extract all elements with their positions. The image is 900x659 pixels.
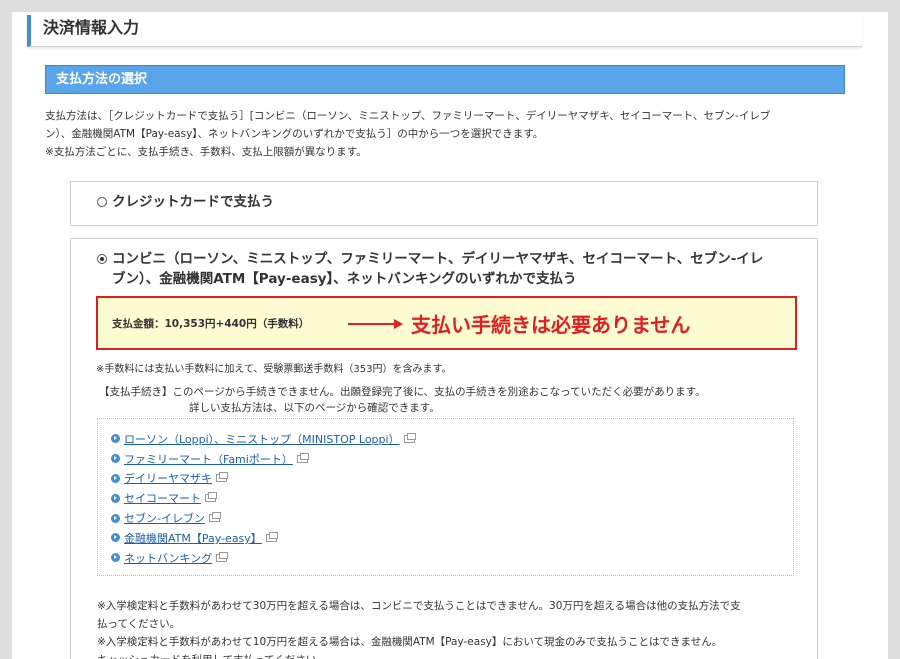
arrow-bullet-icon bbox=[111, 513, 120, 523]
label-line: ブン）、金融機関ATM【Pay-easy】、ネットバンキングのいずれかで支払う bbox=[112, 271, 577, 287]
link-item[interactable]: ローソン（Loppi）、ミニストップ（MINISTOP Loppi） bbox=[111, 429, 416, 449]
option-credit-card-label[interactable]: クレジットカードで支払う bbox=[112, 192, 274, 212]
page-header: 決済情報入力 bbox=[27, 15, 862, 47]
page-title: 決済情報入力 bbox=[43, 18, 140, 37]
radio-credit-card[interactable] bbox=[97, 197, 107, 207]
note-line: ※入学検定料と手数料があわせて30万円を超える場合は、コンビニで支払うことはでき… bbox=[97, 600, 741, 612]
link-item[interactable]: デイリーヤマザキ bbox=[111, 469, 415, 489]
intro-text: 支払方法は、［クレジットカードで支払う］[コンビニ（ローソン、ミニストップ、ファ… bbox=[45, 107, 845, 161]
arrow-bullet-icon bbox=[111, 493, 120, 503]
amount-highlight-box: 支払金額：10,353円+440円（手数料） 支払い手続きは必要ありません bbox=[96, 296, 797, 350]
option-convenience-store-label[interactable]: コンビニ（ローソン、ミニストップ、ファミリーマート、デイリーヤマザキ、セイコーマ… bbox=[112, 249, 763, 289]
arrow-bullet-icon bbox=[111, 533, 120, 543]
external-link-icon bbox=[216, 551, 229, 562]
intro-note: ※支払方法ごとに、支払手続き、手数料、支払上限額が異なります。 bbox=[45, 146, 367, 158]
intro-line: ン）、金融機関ATM【Pay-easy】、ネットバンキングのいずれかで支払う］の… bbox=[45, 128, 544, 140]
option-convenience-store: コンビニ（ローソン、ミニストップ、ファミリーマート、デイリーヤマザキ、セイコーマ… bbox=[70, 238, 818, 659]
external-link-icon bbox=[205, 492, 217, 503]
external-link-icon bbox=[216, 472, 228, 483]
external-link-icon bbox=[208, 512, 221, 523]
link-net-banking[interactable]: ネットバンキング bbox=[124, 550, 212, 566]
option-credit-card[interactable]: クレジットカードで支払う bbox=[70, 181, 818, 226]
payment-panel: 決済情報入力 支払方法の選択 支払方法は、［クレジットカードで支払う］[コンビニ… bbox=[12, 12, 888, 659]
note-line: 払ってください。 bbox=[97, 618, 181, 630]
section-title: 支払方法の選択 bbox=[56, 72, 148, 87]
link-seven-eleven[interactable]: セブン-イレブン bbox=[124, 510, 205, 526]
fee-note: ※手数料には支払い手数料に加えて、受験票郵送手数料（353円）を含みます。 bbox=[96, 364, 452, 375]
link-lawson-ministop[interactable]: ローソン（Loppi）、ミニストップ（MINISTOP Loppi） bbox=[124, 431, 400, 447]
arrow-bullet-icon bbox=[111, 434, 120, 444]
note-line: キャッシュカードを利用して支払ってください。 bbox=[97, 651, 797, 659]
no-procedure-callout: 支払い手続きは必要ありません bbox=[411, 313, 691, 337]
link-seicomart[interactable]: セイコーマート bbox=[124, 490, 201, 506]
link-familymart[interactable]: ファミリーマート（Famiポート） bbox=[124, 451, 293, 467]
arrow-bullet-icon bbox=[111, 473, 120, 483]
link-item[interactable]: ネットバンキング bbox=[111, 548, 415, 568]
arrow-icon bbox=[348, 323, 398, 325]
link-item[interactable]: セブン-イレブン bbox=[111, 508, 415, 528]
arrow-bullet-icon bbox=[111, 553, 120, 563]
arrow-bullet-icon bbox=[111, 454, 120, 464]
bottom-notes: ※入学検定料と手数料があわせて30万円を超える場合は、コンビニで支払うことはでき… bbox=[97, 597, 797, 659]
link-daily-yamazaki[interactable]: デイリーヤマザキ bbox=[124, 470, 212, 486]
payment-links-box: ローソン（Loppi）、ミニストップ（MINISTOP Loppi） ファミリー… bbox=[97, 418, 794, 576]
note-line: ※入学検定料と手数料があわせて10万円を超える場合は、金融機関ATM【Pay-e… bbox=[97, 636, 723, 648]
procedure-note: 【支払手続き】このページから手続きできません。出願登録完了後に、支払の手続きを別… bbox=[99, 384, 789, 416]
external-link-icon bbox=[265, 531, 278, 542]
external-link-icon bbox=[403, 432, 416, 443]
radio-row[interactable]: コンビニ（ローソン、ミニストップ、ファミリーマート、デイリーヤマザキ、セイコーマ… bbox=[97, 249, 797, 289]
procedure-line: 【支払手続き】このページから手続きできません。出願登録完了後に、支払の手続きを別… bbox=[99, 386, 706, 398]
procedure-line: 詳しい支払方法は、以下のページから確認できます。 bbox=[189, 402, 440, 414]
link-item[interactable]: ファミリーマート（Famiポート） bbox=[111, 449, 415, 469]
payment-links: ローソン（Loppi）、ミニストップ（MINISTOP Loppi） ファミリー… bbox=[111, 429, 416, 568]
label-line: コンビニ（ローソン、ミニストップ、ファミリーマート、デイリーヤマザキ、セイコーマ… bbox=[112, 251, 764, 267]
link-item[interactable]: 金融機関ATM【Pay-easy】 bbox=[111, 528, 415, 548]
link-pay-easy[interactable]: 金融機関ATM【Pay-easy】 bbox=[124, 530, 262, 546]
arrow-head-icon bbox=[394, 319, 403, 329]
link-item[interactable]: セイコーマート bbox=[111, 488, 415, 508]
section-header: 支払方法の選択 bbox=[45, 65, 845, 94]
radio-row[interactable]: クレジットカードで支払う bbox=[97, 192, 274, 212]
radio-convenience-store[interactable] bbox=[97, 254, 107, 264]
external-link-icon bbox=[296, 452, 309, 463]
payment-amount: 支払金額：10,353円+440円（手数料） bbox=[112, 318, 310, 330]
intro-line: 支払方法は、［クレジットカードで支払う］[コンビニ（ローソン、ミニストップ、ファ… bbox=[45, 110, 771, 122]
